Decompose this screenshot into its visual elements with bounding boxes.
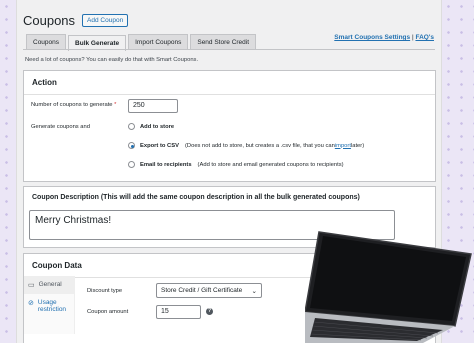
- generate-label: Generate coupons and: [31, 124, 90, 130]
- ticket-icon: ▭: [28, 282, 35, 289]
- radio-email-recipients[interactable]: [128, 161, 135, 168]
- header: Coupons Add Coupon: [23, 13, 129, 28]
- description-title: Coupon Description (This will add the sa…: [32, 194, 360, 201]
- option-export-csv[interactable]: Export to CSV (Does not add to store, bu…: [128, 142, 364, 149]
- option-email-recipients-label: Email to recipients: [140, 161, 192, 168]
- side-tab-general[interactable]: ▭ General: [24, 276, 74, 294]
- action-panel: Action Number of coupons to generate * 2…: [23, 70, 436, 182]
- discount-type-value: Store Credit / Gift Certificate: [161, 287, 243, 294]
- coupon-amount-label: Coupon amount: [87, 309, 129, 315]
- side-tab-usage-label: Usage restriction: [37, 299, 67, 313]
- header-links: Smart Coupons Settings | FAQ's: [334, 34, 434, 41]
- action-title: Action: [24, 71, 435, 95]
- tab-coupons[interactable]: Coupons: [26, 34, 67, 50]
- coupon-count-label-text: Number of coupons to generate: [31, 102, 113, 108]
- side-tab-general-label: General: [38, 281, 62, 288]
- option-add-to-store-label: Add to store: [140, 123, 175, 130]
- coupon-data-tabs: ▭ General ⊘ Usage restriction: [24, 276, 75, 334]
- intro-text: Need a lot of coupons? You can easily do…: [25, 57, 199, 63]
- radio-add-to-store[interactable]: [128, 123, 135, 130]
- coupon-count-input[interactable]: 250: [128, 99, 178, 113]
- page-title: Coupons: [23, 13, 76, 28]
- link-separator: |: [411, 34, 414, 41]
- tab-divider: [23, 49, 435, 50]
- laptop-display: [310, 236, 466, 321]
- tab-import-coupons[interactable]: Import Coupons: [128, 34, 189, 50]
- chevron-down-icon: ⌄: [251, 287, 257, 295]
- tab-bar: Coupons Bulk Generate Import Coupons Sen…: [26, 34, 258, 51]
- option-export-csv-desc-pre: (Does not add to store, but creates a .c…: [184, 142, 335, 149]
- coupon-amount-input[interactable]: 15: [156, 305, 201, 319]
- coupon-count-label: Number of coupons to generate *: [31, 102, 116, 108]
- discount-type-select[interactable]: Store Credit / Gift Certificate ⌄: [156, 283, 262, 298]
- import-link[interactable]: import: [335, 143, 351, 149]
- option-export-csv-label: Export to CSV: [140, 142, 179, 149]
- option-email-recipients-desc: (Add to store and email generated coupon…: [197, 161, 344, 168]
- side-tab-usage-restriction[interactable]: ⊘ Usage restriction: [24, 294, 74, 318]
- laptop-illustration: [305, 231, 472, 343]
- help-icon[interactable]: ?: [206, 308, 213, 315]
- discount-type-label: Discount type: [87, 288, 123, 294]
- settings-link[interactable]: Smart Coupons Settings: [334, 34, 410, 41]
- option-export-csv-desc-post: later): [350, 142, 365, 149]
- radio-export-csv[interactable]: [128, 142, 135, 149]
- block-icon: ⊘: [28, 300, 34, 307]
- faq-link[interactable]: FAQ's: [415, 34, 434, 41]
- option-add-to-store[interactable]: Add to store: [128, 123, 180, 130]
- add-coupon-button[interactable]: Add Coupon: [82, 14, 129, 27]
- tab-send-store-credit[interactable]: Send Store Credit: [190, 34, 257, 50]
- required-mark: *: [114, 102, 117, 108]
- option-email-recipients[interactable]: Email to recipients (Add to store and em…: [128, 161, 344, 168]
